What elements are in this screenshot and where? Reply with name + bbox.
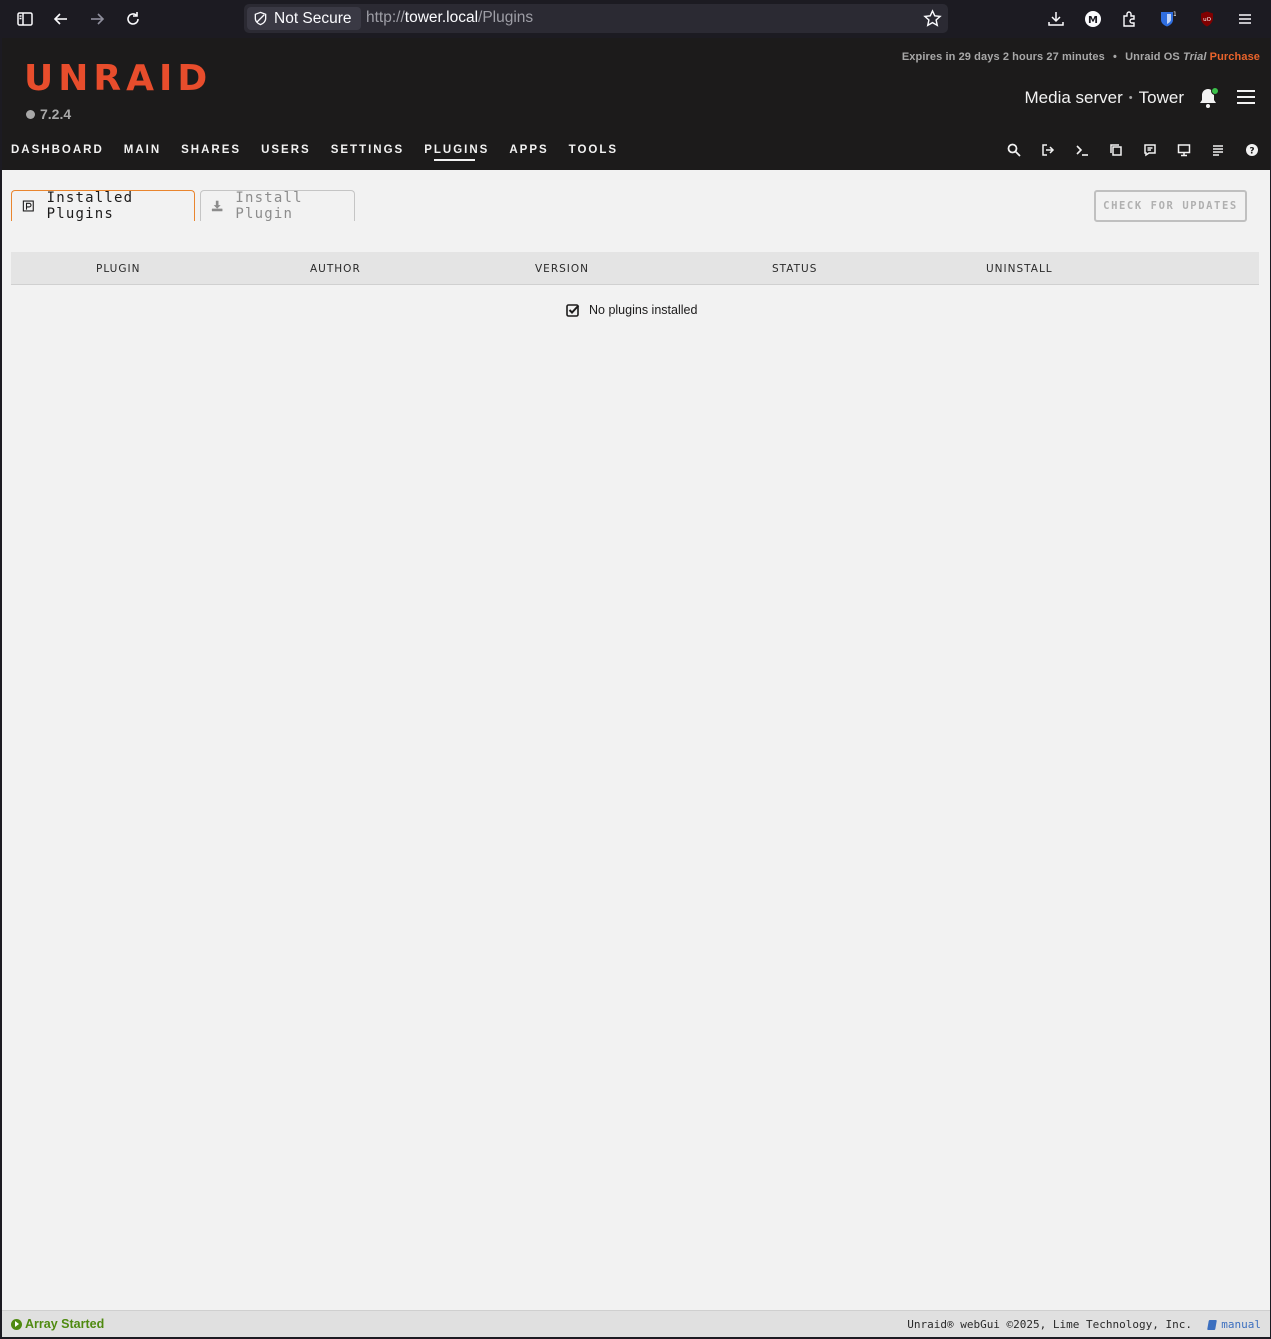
tab-label: Install Plugin	[235, 190, 303, 222]
nav-item-settings[interactable]: SETTINGS	[331, 144, 405, 156]
main-nav: DASHBOARD MAIN SHARES USERS SETTINGS PLU…	[11, 144, 638, 161]
browser-menu-icon[interactable]	[1234, 8, 1256, 30]
nav-item-apps[interactable]: APPS	[509, 144, 548, 156]
nav-item-tools[interactable]: TOOLS	[569, 144, 618, 156]
reload-icon[interactable]	[122, 8, 144, 30]
url-host: tower.local	[404, 9, 479, 26]
unraid-logo[interactable]: UNRAID	[24, 58, 212, 99]
tab-installed-plugins[interactable]: Installed Plugins	[11, 190, 195, 222]
plugins-table-header: PLUGIN AUTHOR VERSION STATUS UNINSTALL	[11, 252, 1259, 285]
address-bar[interactable]: Not Secure http://tower.local/Plugins	[244, 4, 948, 33]
shield-icon	[254, 11, 267, 26]
array-started-icon	[11, 1318, 22, 1330]
url-text[interactable]: http://tower.local/Plugins	[366, 9, 533, 27]
help-icon[interactable]: ?	[1244, 142, 1260, 158]
nav-item-shares[interactable]: SHARES	[181, 144, 241, 156]
plugin-icon	[22, 200, 34, 212]
security-indicator[interactable]: Not Secure	[247, 7, 361, 30]
back-icon[interactable]	[50, 8, 72, 30]
account-icon[interactable]: M	[1082, 8, 1104, 30]
server-separator: •	[1128, 92, 1133, 104]
tab-label: Installed Plugins	[46, 190, 134, 222]
sidebar-toggle-icon[interactable]	[14, 8, 36, 30]
nav-item-dashboard[interactable]: DASHBOARD	[11, 144, 104, 156]
version-info-icon	[26, 109, 35, 119]
unraid-page: Expires in 29 days 2 hours 27 minutes • …	[2, 38, 1270, 1337]
browser-toolbar: Not Secure http://tower.local/Plugins M …	[0, 0, 1271, 38]
logout-icon[interactable]	[1040, 142, 1056, 158]
manual-link[interactable]: manual	[1207, 1318, 1261, 1331]
svg-text:M: M	[1088, 15, 1098, 26]
notifications-bell-icon[interactable]	[1196, 86, 1220, 110]
column-header-plugin[interactable]: PLUGIN	[96, 263, 140, 275]
empty-message-text: No plugins installed	[589, 303, 698, 317]
nav-item-main[interactable]: MAIN	[124, 144, 161, 156]
log-icon[interactable]	[1210, 142, 1226, 158]
trial-os-label: Unraid OS	[1125, 51, 1180, 63]
display-icon[interactable]	[1176, 142, 1192, 158]
search-icon[interactable]	[1006, 142, 1022, 158]
array-status-text: Array Started	[25, 1317, 105, 1331]
svg-text:?: ?	[1249, 147, 1254, 157]
nav-tools: ?	[988, 142, 1260, 158]
forward-icon[interactable]	[86, 8, 108, 30]
manual-label: manual	[1221, 1318, 1261, 1331]
terminal-icon[interactable]	[1074, 142, 1090, 158]
notification-status-dot	[1211, 87, 1219, 95]
status-footer: Array Started Unraid® webGui ©2025, Lime…	[2, 1310, 1270, 1337]
nav-item-users[interactable]: USERS	[261, 144, 311, 156]
security-label: Not Secure	[274, 9, 352, 27]
column-header-author[interactable]: AUTHOR	[310, 263, 361, 275]
svg-text:1: 1	[1173, 11, 1176, 18]
check-for-updates-button[interactable]: CHECK FOR UPDATES	[1094, 190, 1247, 222]
purchase-link[interactable]: Purchase	[1210, 51, 1260, 63]
trial-expiry: Expires in 29 days 2 hours 27 minutes	[901, 51, 1105, 63]
trial-type: Trial	[1182, 51, 1207, 63]
array-status: Array Started	[11, 1317, 104, 1331]
version-number: 7.2.4	[40, 106, 72, 122]
downloads-icon[interactable]	[1045, 8, 1067, 30]
server-description: Media server	[1024, 88, 1123, 107]
ublock-extension-icon[interactable]: uO	[1196, 8, 1218, 30]
server-info[interactable]: Media server • Tower	[1025, 88, 1184, 108]
bitwarden-extension-icon[interactable]: 1	[1156, 8, 1178, 30]
version-label[interactable]: 7.2.4	[26, 106, 71, 122]
tab-install-plugin[interactable]: Install Plugin	[200, 190, 355, 222]
trial-bullet: •	[1113, 51, 1117, 63]
svg-text:uO: uO	[1203, 17, 1211, 23]
trial-status: Expires in 29 days 2 hours 27 minutes • …	[902, 51, 1260, 63]
url-path: /Plugins	[478, 9, 534, 26]
bookmark-star-icon[interactable]	[923, 9, 942, 28]
copyright-text: Unraid® webGui ©2025, Lime Technology, I…	[907, 1318, 1192, 1331]
empty-table-message: No plugins installed	[566, 303, 697, 317]
feedback-icon[interactable]	[1142, 142, 1158, 158]
column-header-status[interactable]: STATUS	[772, 263, 817, 275]
column-header-uninstall[interactable]: UNINSTALL	[986, 263, 1053, 275]
checkbox-checked-icon	[566, 304, 580, 317]
download-icon	[211, 200, 223, 212]
book-icon	[1207, 1319, 1218, 1330]
url-scheme: http://	[366, 9, 405, 26]
column-header-version[interactable]: VERSION	[535, 263, 589, 275]
extensions-icon[interactable]	[1118, 8, 1140, 30]
unraid-header: Expires in 29 days 2 hours 27 minutes • …	[2, 38, 1270, 170]
copy-icon[interactable]	[1108, 142, 1124, 158]
header-menu-icon[interactable]	[1237, 90, 1255, 106]
nav-item-plugins[interactable]: PLUGINS	[424, 144, 489, 161]
server-name: Tower	[1138, 88, 1184, 107]
